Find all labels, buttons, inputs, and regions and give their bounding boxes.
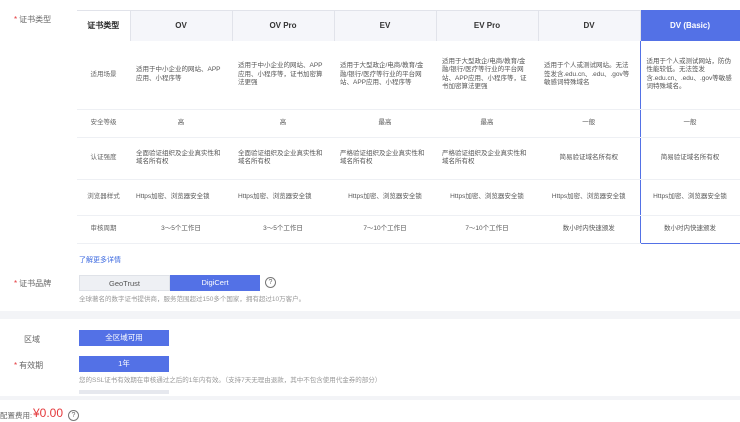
table-cell: 高 bbox=[130, 109, 232, 138]
brand-label: * 证书品牌 bbox=[14, 278, 51, 289]
table-cell: 一般 bbox=[639, 109, 740, 138]
table-cell: 最高 bbox=[436, 109, 538, 138]
required-mark: * bbox=[14, 279, 18, 288]
help-icon[interactable]: ? bbox=[68, 410, 79, 421]
table-cell: 适用于大型政企/电商/教育/金融/银行/医疗等行业的平台网站、APP应用、小程序… bbox=[436, 41, 538, 110]
fee-label: 配置费用: bbox=[0, 411, 33, 420]
header-dv-basic[interactable]: DV (Basic) bbox=[640, 10, 740, 41]
table-cell: 严格验证组织及企业真实性和域名所有权 bbox=[334, 137, 436, 180]
validity-option-1-year[interactable]: 1年 bbox=[79, 356, 169, 372]
brand-option-geotrust[interactable]: GeoTrust bbox=[79, 275, 170, 291]
table-row: 认证强度 全面验证组织及企业真实性和域名所有权 全面验证组织及企业真实性和域名所… bbox=[77, 137, 740, 180]
row-label: 安全等级 bbox=[77, 109, 130, 138]
table-cell: Https加密、浏览器安全锁 bbox=[639, 179, 740, 216]
row-label: 审核周期 bbox=[77, 215, 130, 244]
table-cell: 一般 bbox=[538, 109, 640, 138]
table-header-row: 证书类型 OV OV Pro EV EV Pro DV DV (Basic) bbox=[77, 10, 740, 41]
header-ev-pro[interactable]: EV Pro bbox=[436, 10, 539, 41]
validity-label: * 有效期 bbox=[14, 360, 43, 371]
table-cell: 数小时内快速颁发 bbox=[538, 215, 640, 244]
cert-type-label: * 证书类型 bbox=[14, 14, 51, 25]
row-label: 浏览器样式 bbox=[77, 179, 130, 216]
table-row: 适用场景 适用于中小企业的网站、APP应用、小程序等 适用于中小企业的网站、AP… bbox=[77, 41, 740, 110]
fee-value: ¥0.00 bbox=[33, 406, 64, 420]
header-cert-type: 证书类型 bbox=[77, 10, 131, 41]
table-cell: 严格验证组织及企业真实性和域名所有权 bbox=[436, 137, 538, 180]
validity-hint: 您的SSL证书有效期在审核通过之后的1年内有效。（支持7天无理由退款，其中不包含… bbox=[79, 377, 382, 384]
table-cell: 适用于大型政企/电商/教育/金融/银行/医疗等行业的平台网站、APP应用、小程序… bbox=[334, 41, 436, 110]
help-icon[interactable]: ? bbox=[265, 277, 276, 288]
required-mark: * bbox=[14, 361, 18, 370]
table-cell: Https加密、浏览器安全锁 bbox=[436, 179, 538, 216]
table-cell: Https加密、浏览器安全锁 bbox=[130, 179, 232, 216]
row-label: 认证强度 bbox=[77, 137, 130, 180]
table-cell: 3～5个工作日 bbox=[232, 215, 334, 244]
cut-off-control bbox=[79, 390, 169, 394]
table-row: 安全等级 高 高 最高 最高 一般 一般 bbox=[77, 109, 740, 138]
cert-type-label-text: 证书类型 bbox=[19, 15, 52, 24]
table-cell: 适用于个人或测试网站。无法签发含.edu.cn、.edu、.gov等敏感词特殊域… bbox=[538, 41, 640, 110]
more-details-link[interactable]: 了解更多详情 bbox=[79, 255, 121, 265]
table-cell: Https加密、浏览器安全锁 bbox=[232, 179, 334, 216]
table-cell: 7～10个工作日 bbox=[436, 215, 538, 244]
table-cell: 全面验证组织及企业真实性和域名所有权 bbox=[232, 137, 334, 180]
brand-hint: 全球著名的数字证书提供商，服务范围超过150多个国家，拥有超过10万客户。 bbox=[79, 296, 306, 303]
header-ov-pro[interactable]: OV Pro bbox=[232, 10, 335, 41]
region-label: 区域 bbox=[24, 335, 40, 344]
table-cell: Https加密、浏览器安全锁 bbox=[538, 179, 640, 216]
required-mark: * bbox=[14, 15, 18, 24]
section-divider bbox=[0, 311, 740, 319]
footer-divider bbox=[0, 396, 740, 400]
cert-comparison-table: 证书类型 OV OV Pro EV EV Pro DV DV (Basic) 适… bbox=[77, 10, 740, 244]
table-cell: 最高 bbox=[334, 109, 436, 138]
table-cell: 适用于中小企业的网站、APP应用、小程序等，证书加密算法更强 bbox=[232, 41, 334, 110]
table-cell: 适用于中小企业的网站、APP应用、小程序等 bbox=[130, 41, 232, 110]
table-cell: 高 bbox=[232, 109, 334, 138]
header-dv[interactable]: DV bbox=[538, 10, 641, 41]
table-cell: 数小时内快速颁发 bbox=[639, 215, 740, 244]
table-cell: 简易验证域名所有权 bbox=[639, 137, 740, 180]
row-label: 适用场景 bbox=[77, 41, 130, 110]
validity-label-text: 有效期 bbox=[19, 361, 44, 370]
brand-label-text: 证书品牌 bbox=[19, 279, 52, 288]
table-cell: 7～10个工作日 bbox=[334, 215, 436, 244]
region-option-all[interactable]: 全区域可用 bbox=[79, 330, 169, 346]
table-row: 浏览器样式 Https加密、浏览器安全锁 Https加密、浏览器安全锁 Http… bbox=[77, 179, 740, 216]
table-cell: 简易验证域名所有权 bbox=[538, 137, 640, 180]
table-cell: Https加密、浏览器安全锁 bbox=[334, 179, 436, 216]
brand-option-digicert[interactable]: DigiCert bbox=[170, 275, 260, 291]
table-cell: 全面验证组织及企业真实性和域名所有权 bbox=[130, 137, 232, 180]
header-ev[interactable]: EV bbox=[334, 10, 437, 41]
table-cell: 3～5个工作日 bbox=[130, 215, 232, 244]
header-ov[interactable]: OV bbox=[130, 10, 233, 41]
table-row: 审核周期 3～5个工作日 3～5个工作日 7～10个工作日 7～10个工作日 数… bbox=[77, 215, 740, 244]
table-cell: 适用于个人或测试网站，防伪性能较低。无法签发含.edu.cn、.edu、.gov… bbox=[639, 41, 740, 110]
